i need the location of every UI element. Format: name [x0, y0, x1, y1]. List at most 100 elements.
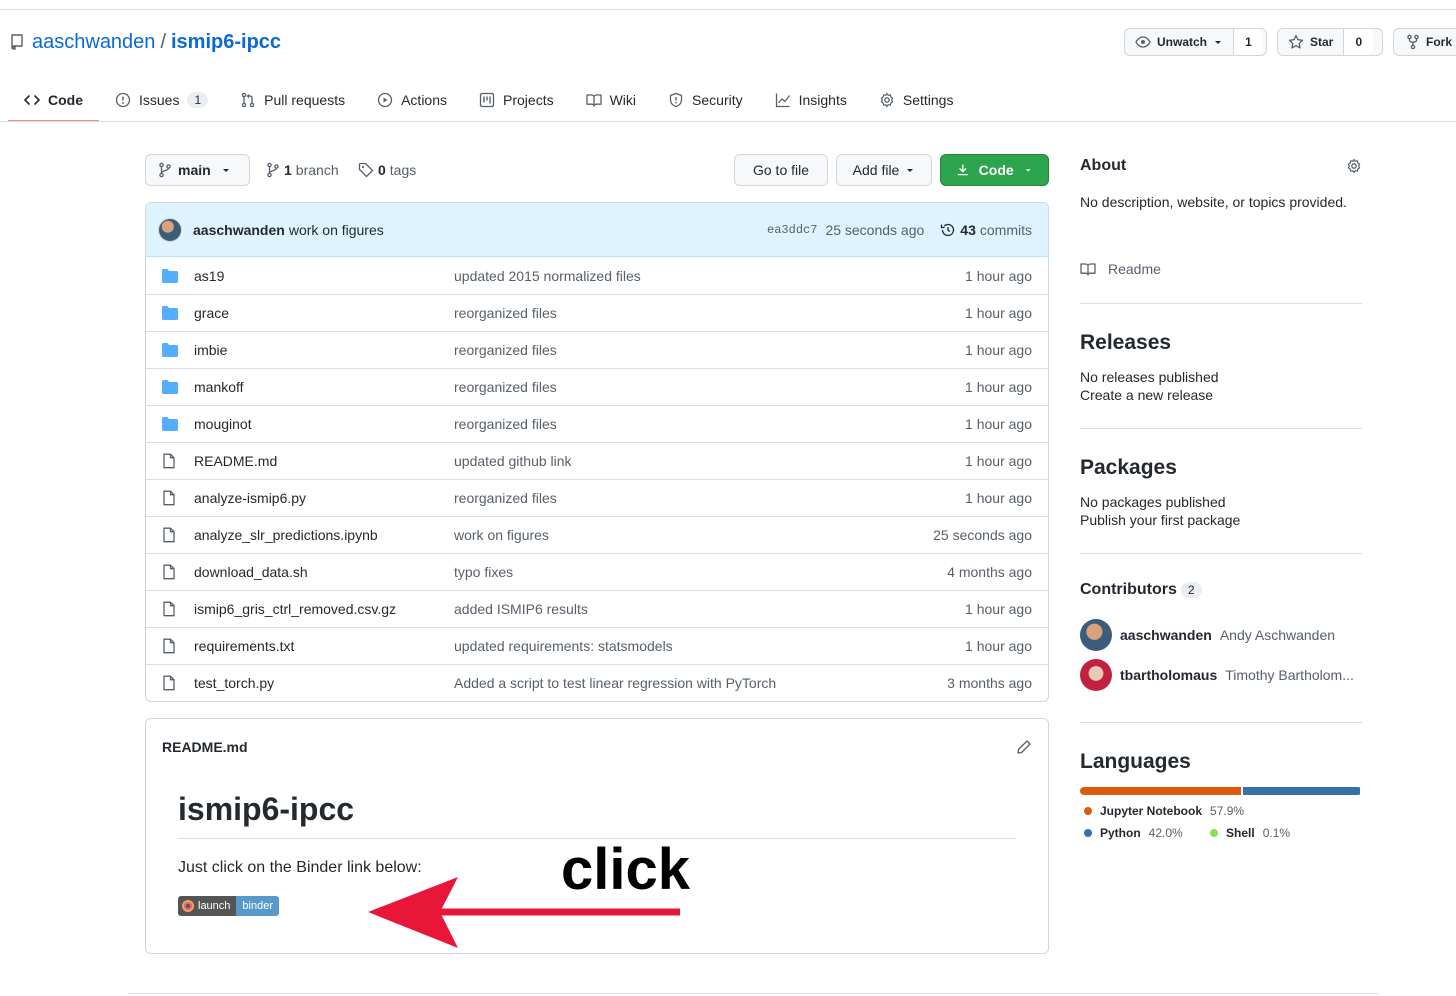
- file-commit-message-link[interactable]: reorganized files: [454, 490, 965, 506]
- table-row: README.md updated github link 1 hour ago: [146, 442, 1048, 479]
- commits-history-link[interactable]: 43 commits: [940, 222, 1032, 238]
- file-name-link[interactable]: mankoff: [194, 379, 454, 395]
- add-file-button[interactable]: Add file: [836, 154, 932, 186]
- file-name-link[interactable]: grace: [194, 305, 454, 321]
- stars-count[interactable]: 0: [1343, 29, 1374, 55]
- contributors-title: Contributors: [1080, 581, 1177, 598]
- fork-button[interactable]: Fork: [1393, 28, 1456, 56]
- repo-name-link[interactable]: ismip6-ipcc: [171, 31, 281, 54]
- file-commit-message-link[interactable]: work on figures: [454, 527, 933, 543]
- gear-icon[interactable]: [1346, 158, 1362, 174]
- shield-icon: [669, 92, 683, 108]
- language-percent: 57.9%: [1210, 804, 1245, 818]
- branch-select-button[interactable]: main: [145, 154, 250, 186]
- file-commit-message-link[interactable]: Added a script to test linear regression…: [454, 675, 947, 691]
- tab-security[interactable]: Security: [652, 78, 759, 122]
- project-icon: [479, 92, 495, 108]
- file-commit-message-link[interactable]: reorganized files: [454, 342, 965, 358]
- file-name-link[interactable]: as19: [194, 268, 454, 284]
- sidebar-divider: [1080, 303, 1362, 304]
- contributor-name: Andy Aschwanden: [1219, 627, 1336, 643]
- file-commit-message-link[interactable]: reorganized files: [454, 379, 965, 395]
- contributor-item[interactable]: tbartholomaus Timothy Bartholom...: [1080, 659, 1362, 691]
- file-age: 1 hour ago: [965, 342, 1032, 358]
- tab-wiki[interactable]: Wiki: [570, 78, 652, 122]
- file-name-link[interactable]: analyze-ismip6.py: [194, 490, 454, 506]
- file-age: 4 months ago: [947, 564, 1032, 580]
- tab-settings[interactable]: Settings: [863, 78, 970, 122]
- tab-actions[interactable]: Actions: [361, 78, 463, 122]
- contributor-item[interactable]: aaschwanden Andy Aschwanden: [1080, 619, 1362, 651]
- commit-author-link[interactable]: aaschwanden: [193, 222, 285, 238]
- file-name-link[interactable]: mouginot: [194, 416, 454, 432]
- language-dot: [1084, 829, 1092, 837]
- language-item[interactable]: Python 42.0%: [1084, 826, 1183, 840]
- table-row: requirements.txt updated requirements: st…: [146, 627, 1048, 664]
- fork-label: Fork: [1426, 35, 1453, 49]
- table-row: mouginot reorganized files 1 hour ago: [146, 405, 1048, 442]
- tab-insights[interactable]: Insights: [759, 78, 863, 122]
- launch-binder-badge[interactable]: launch binder: [178, 896, 279, 916]
- language-item[interactable]: Jupyter Notebook 57.9%: [1084, 804, 1244, 818]
- unwatch-label: Unwatch: [1157, 35, 1208, 49]
- file-age: 1 hour ago: [965, 638, 1032, 654]
- file-browser: aaschwanden work on figures ea3ddc7 25 s…: [145, 202, 1049, 702]
- file-age: 1 hour ago: [965, 379, 1032, 395]
- branches-link[interactable]: 1 branch: [266, 162, 339, 178]
- tab-pull-requests[interactable]: Pull requests: [224, 78, 361, 122]
- unwatch-button[interactable]: Unwatch: [1125, 29, 1233, 55]
- table-row: analyze-ismip6.py reorganized files 1 hour…: [146, 479, 1048, 516]
- publish-package-link[interactable]: Publish your first package: [1080, 512, 1362, 528]
- tab-issues[interactable]: Issues 1: [99, 78, 224, 122]
- commit-sha-link[interactable]: ea3ddc7: [767, 223, 817, 237]
- star-button[interactable]: Star: [1278, 29, 1343, 55]
- file-age: 1 hour ago: [965, 490, 1032, 506]
- tab-code[interactable]: Code: [8, 78, 99, 122]
- language-item[interactable]: Shell 0.1%: [1210, 826, 1290, 840]
- file-commit-message-link[interactable]: reorganized files: [454, 416, 965, 432]
- branch-icon: [267, 162, 279, 178]
- repo-title: aaschwanden / ismip6-ipcc: [10, 30, 281, 54]
- watchers-count[interactable]: 1: [1233, 29, 1264, 55]
- tags-link[interactable]: 0 tags: [358, 162, 416, 178]
- commit-message-link[interactable]: work on figures: [289, 222, 384, 238]
- create-release-link[interactable]: Create a new release: [1080, 387, 1362, 403]
- branch-icon: [159, 162, 171, 178]
- language-name: Shell: [1226, 826, 1255, 840]
- contributor-login: aaschwanden: [1120, 627, 1212, 643]
- code-download-button[interactable]: Code: [940, 154, 1049, 186]
- book-icon: [1080, 263, 1096, 276]
- readme-link[interactable]: Readme: [1080, 261, 1362, 277]
- file-name-link[interactable]: ismip6_gris_ctrl_removed.csv.gz: [194, 601, 454, 617]
- language-bar: [1080, 787, 1362, 795]
- language-percent: 42.0%: [1148, 826, 1183, 840]
- sidebar-divider: [1080, 553, 1362, 554]
- file-age: 25 seconds ago: [933, 527, 1032, 543]
- file-name-link[interactable]: README.md: [194, 453, 454, 469]
- releases-empty-text: No releases published: [1080, 369, 1219, 385]
- file-name-link[interactable]: download_data.sh: [194, 564, 454, 580]
- tags-count: 0: [378, 162, 386, 178]
- binder-badge-left: launch: [198, 900, 231, 912]
- language-dot: [1084, 807, 1092, 815]
- tab-projects[interactable]: Projects: [463, 78, 570, 122]
- file-name-link[interactable]: test_torch.py: [194, 675, 454, 691]
- file-commit-message-link[interactable]: updated requirements: statsmodels: [454, 638, 965, 654]
- go-to-file-button[interactable]: Go to file: [734, 154, 828, 186]
- readme-link-label: Readme: [1108, 261, 1161, 277]
- pencil-icon[interactable]: [1016, 739, 1032, 755]
- gear-icon: [880, 92, 894, 108]
- file-commit-message-link[interactable]: added ISMIP6 results: [454, 601, 965, 617]
- table-row: test_torch.py Added a script to test line…: [146, 664, 1048, 701]
- file-name-link[interactable]: requirements.txt: [194, 638, 454, 654]
- repo-owner-link[interactable]: aaschwanden: [32, 31, 155, 54]
- file-commit-message-link[interactable]: updated 2015 normalized files: [454, 268, 965, 284]
- file-age: 1 hour ago: [965, 453, 1032, 469]
- file-name-link[interactable]: imbie: [194, 342, 454, 358]
- file-commit-message-link[interactable]: reorganized files: [454, 305, 965, 321]
- file-commit-message-link[interactable]: updated github link: [454, 453, 965, 469]
- avatar[interactable]: [158, 217, 182, 242]
- go-to-file-label: Go to file: [752, 162, 810, 178]
- file-commit-message-link[interactable]: typo fixes: [454, 564, 947, 580]
- file-name-link[interactable]: analyze_slr_predictions.ipynb: [194, 527, 454, 543]
